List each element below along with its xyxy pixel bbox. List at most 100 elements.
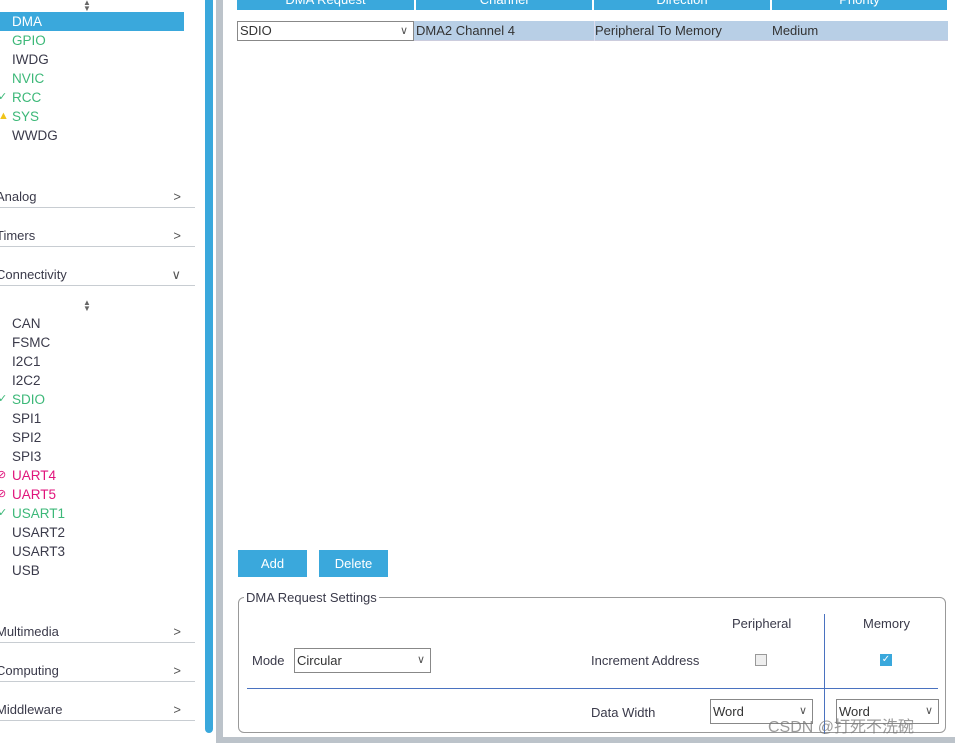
sidebar-item-sys[interactable]: ▲ SYS xyxy=(0,107,184,126)
category-label: Computing xyxy=(0,663,59,678)
sidebar-item-dma[interactable]: DMA xyxy=(0,12,184,31)
sidebar-item-label: SYS xyxy=(12,109,40,124)
sidebar-item-spi3[interactable]: SPI3 xyxy=(0,447,184,466)
memory-label: Memory xyxy=(863,616,910,631)
sidebar-item-sdio[interactable]: ✓ SDIO xyxy=(0,390,184,409)
category-label: Multimedia xyxy=(0,624,59,639)
scroll-arrows-icon[interactable]: ▲ ▼ xyxy=(83,299,91,313)
priority-cell: Medium xyxy=(772,23,819,38)
sidebar-item-label: UART4 xyxy=(12,468,57,483)
sidebar-item-label: GPIO xyxy=(12,33,46,48)
category-analog[interactable]: Analog > xyxy=(0,186,195,208)
sidebar-item-gpio[interactable]: GPIO xyxy=(0,31,184,50)
sidebar-item-label: WWDG xyxy=(12,128,58,143)
direction-cell: Peripheral To Memory xyxy=(594,21,722,41)
sidebar-item-iwdg[interactable]: IWDG xyxy=(0,50,184,69)
sidebar-item-label: USART3 xyxy=(12,544,66,559)
check-icon: ✓ xyxy=(0,507,8,519)
select-value: SDIO xyxy=(240,23,272,38)
sidebar-item-label: I2C1 xyxy=(12,354,41,369)
sidebar-item-label: USB xyxy=(12,563,40,578)
sidebar-item-label: RCC xyxy=(12,90,42,105)
header-channel[interactable]: Channel xyxy=(416,0,592,10)
sidebar-item-label: DMA xyxy=(12,14,42,29)
sidebar-item-usart2[interactable]: USART2 xyxy=(0,523,184,542)
header-dma-request[interactable]: DMA Request xyxy=(237,0,414,10)
sidebar-item-can[interactable]: CAN xyxy=(0,314,184,333)
check-icon: ✓ xyxy=(0,393,8,405)
sidebar-item-spi1[interactable]: SPI1 xyxy=(0,409,184,428)
sidebar-item-rcc[interactable]: ✓ RCC xyxy=(0,88,184,107)
sidebar-item-label: SPI2 xyxy=(12,430,42,445)
category-label: Timers xyxy=(0,228,36,243)
category-label: Analog xyxy=(0,189,37,204)
disabled-icon: ⊘ xyxy=(0,469,7,481)
watermark: CSDN @打死不洗碗 xyxy=(768,719,915,736)
chevron-right-icon: > xyxy=(173,189,181,204)
category-timers[interactable]: Timers > xyxy=(0,225,195,247)
header-priority[interactable]: Priority xyxy=(772,0,947,10)
bottom-bar xyxy=(223,737,955,743)
chevron-right-icon: > xyxy=(173,624,181,639)
disabled-icon: ⊘ xyxy=(0,488,7,500)
sidebar-item-label: USART1 xyxy=(12,506,66,521)
sidebar-scrollbar[interactable] xyxy=(205,0,213,733)
scroll-arrows-icon[interactable]: ▲ ▼ xyxy=(83,0,91,13)
sidebar-item-label: UART5 xyxy=(12,487,57,502)
splitter[interactable] xyxy=(216,0,223,743)
sidebar-item-uart5[interactable]: ⊘ UART5 xyxy=(0,485,184,504)
sidebar-item-uart4[interactable]: ⊘ UART4 xyxy=(0,466,184,485)
chevron-down-icon: ∨ xyxy=(924,705,933,717)
sidebar-item-label: SDIO xyxy=(12,392,46,407)
mode-label: Mode xyxy=(252,653,285,668)
select-value: Word xyxy=(713,704,744,719)
mode-select[interactable]: Circular ∨ xyxy=(294,648,431,673)
category-middleware[interactable]: Middleware > xyxy=(0,699,195,721)
sidebar-item-label: FSMC xyxy=(12,335,51,350)
check-icon: ✓ xyxy=(0,91,8,103)
sidebar: ▲▼ DMAGPIOIWDGNVIC✓RCC▲SYSWWDG Analog> T… xyxy=(0,0,200,743)
chevron-right-icon: > xyxy=(173,702,181,717)
peripheral-label: Peripheral xyxy=(732,616,792,631)
sidebar-item-label: I2C2 xyxy=(12,373,41,388)
table-row[interactable]: SDIO ∨ DMA2 Channel 4 Peripheral To Memor… xyxy=(237,21,948,41)
sidebar-item-fsmc[interactable]: FSMC xyxy=(0,333,184,352)
increment-address-label: Increment Address xyxy=(591,653,700,668)
dma-request-select[interactable]: SDIO ∨ xyxy=(237,21,414,41)
category-computing[interactable]: Computing > xyxy=(0,660,195,682)
category-label: Connectivity xyxy=(0,267,67,282)
sidebar-item-label: CAN xyxy=(12,316,41,331)
channel-cell: DMA2 Channel 4 xyxy=(416,23,515,38)
sidebar-item-usb[interactable]: USB xyxy=(0,561,184,580)
header-direction[interactable]: Direction xyxy=(594,0,770,10)
add-button[interactable]: Add xyxy=(238,550,307,577)
data-width-label: Data Width xyxy=(591,705,656,720)
sidebar-item-spi2[interactable]: SPI2 xyxy=(0,428,184,447)
sidebar-item-label: SPI3 xyxy=(12,449,42,464)
category-label: Middleware xyxy=(0,702,63,717)
sidebar-item-label: NVIC xyxy=(12,71,45,86)
category-multimedia[interactable]: Multimedia > xyxy=(0,621,195,643)
select-value: Circular xyxy=(297,653,342,668)
sidebar-item-usart1[interactable]: ✓ USART1 xyxy=(0,504,184,523)
chevron-right-icon: > xyxy=(173,228,181,243)
chevron-down-icon: ∨ xyxy=(416,654,425,666)
chevron-down-icon: ∨ xyxy=(171,267,181,282)
chevron-down-icon: ∨ xyxy=(399,25,408,37)
sidebar-item-nvic[interactable]: NVIC xyxy=(0,69,184,88)
sidebar-item-i2c2[interactable]: I2C2 xyxy=(0,371,184,390)
peripheral-increment-checkbox[interactable] xyxy=(755,654,767,666)
divider xyxy=(247,688,938,689)
chevron-right-icon: > xyxy=(173,663,181,678)
warning-icon: ▲ xyxy=(0,110,9,122)
category-connectivity[interactable]: Connectivity ∨ xyxy=(0,264,195,286)
delete-button[interactable]: Delete xyxy=(319,550,388,577)
sidebar-item-i2c1[interactable]: I2C1 xyxy=(0,352,184,371)
sidebar-item-wwdg[interactable]: WWDG xyxy=(0,126,184,145)
sidebar-item-label: USART2 xyxy=(12,525,66,540)
sidebar-item-label: SPI1 xyxy=(12,411,42,426)
memory-increment-checkbox[interactable]: ✓ xyxy=(880,654,892,666)
sidebar-item-usart3[interactable]: USART3 xyxy=(0,542,184,561)
sidebar-item-label: IWDG xyxy=(12,52,49,67)
settings-title: DMA Request Settings xyxy=(244,590,379,605)
